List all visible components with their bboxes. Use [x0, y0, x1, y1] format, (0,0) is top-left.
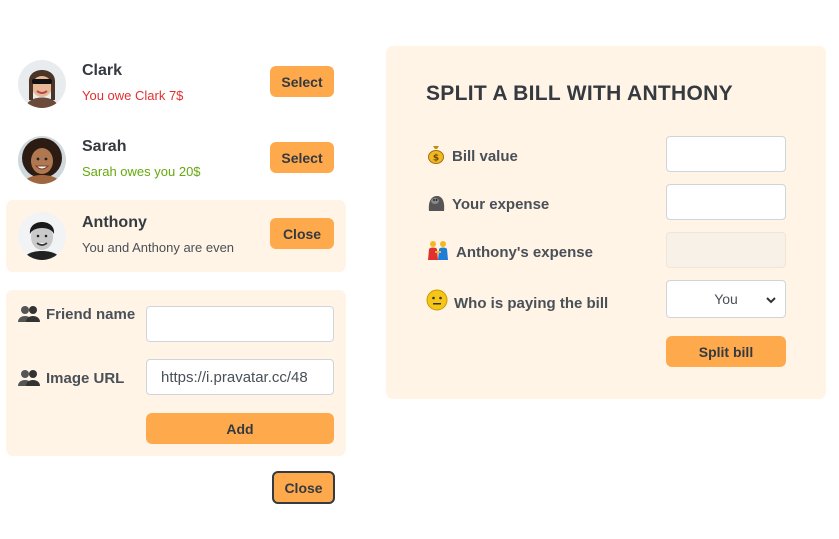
payer-label: Who is paying the bill [426, 289, 608, 318]
split-title: SPLIT A BILL WITH ANTHONY [426, 82, 733, 105]
payer-select[interactable]: You [666, 280, 786, 318]
friend-expense-label: Anthony's expense [426, 240, 593, 267]
close-form-button[interactable]: Close [272, 471, 335, 504]
friend-balance: Sarah owes you 20$ [82, 164, 201, 179]
bill-value-label: $ Bill value [426, 144, 518, 171]
people-icon [18, 368, 40, 393]
friend-balance: You and Anthony are even [82, 240, 235, 255]
select-clark-button[interactable]: Select [270, 66, 334, 97]
avatar-anthony [18, 212, 66, 260]
friend-balance: You owe Clark 7$ [82, 88, 184, 103]
split-bill-button[interactable]: Split bill [666, 336, 786, 367]
friend-name: Sarah [82, 138, 127, 155]
friend-expense-input [666, 232, 786, 268]
select-sarah-button[interactable]: Select [270, 142, 334, 173]
split-bill-form: SPLIT A BILL WITH ANTHONY $ Bill value Y… [386, 46, 826, 399]
friend-name-input[interactable] [146, 306, 334, 342]
avatar-sarah [18, 136, 66, 184]
friend-item-anthony: Anthony You and Anthony are even Close [6, 200, 346, 272]
your-expense-label: Your expense [426, 192, 549, 219]
friend-item-sarah: Sarah Sarah owes you 20$ Select [6, 124, 346, 196]
bill-value-input[interactable] [666, 136, 786, 172]
gorilla-icon [426, 192, 446, 219]
friend-item-clark: Clark You owe Clark 7$ Select [6, 48, 346, 120]
friend-name-label: Friend name [18, 304, 138, 329]
neutral-face-icon [426, 289, 448, 318]
image-url-label: Image URL [18, 368, 124, 393]
money-bag-icon: $ [426, 144, 446, 171]
svg-text:$: $ [433, 154, 439, 164]
people-holding-hands-icon [426, 240, 450, 267]
chevron-down-icon [765, 293, 777, 309]
add-friend-button[interactable]: Add [146, 413, 334, 444]
avatar-clark [18, 60, 66, 108]
friend-name: Anthony [82, 214, 147, 231]
friends-list: Clark You owe Clark 7$ Select Sarah Sara… [6, 48, 346, 276]
add-friend-form: Friend name Image URL Add [6, 290, 346, 456]
close-anthony-button[interactable]: Close [270, 218, 334, 249]
your-expense-input[interactable] [666, 184, 786, 220]
people-icon [18, 304, 40, 329]
image-url-input[interactable] [146, 359, 334, 395]
friend-name: Clark [82, 62, 123, 79]
